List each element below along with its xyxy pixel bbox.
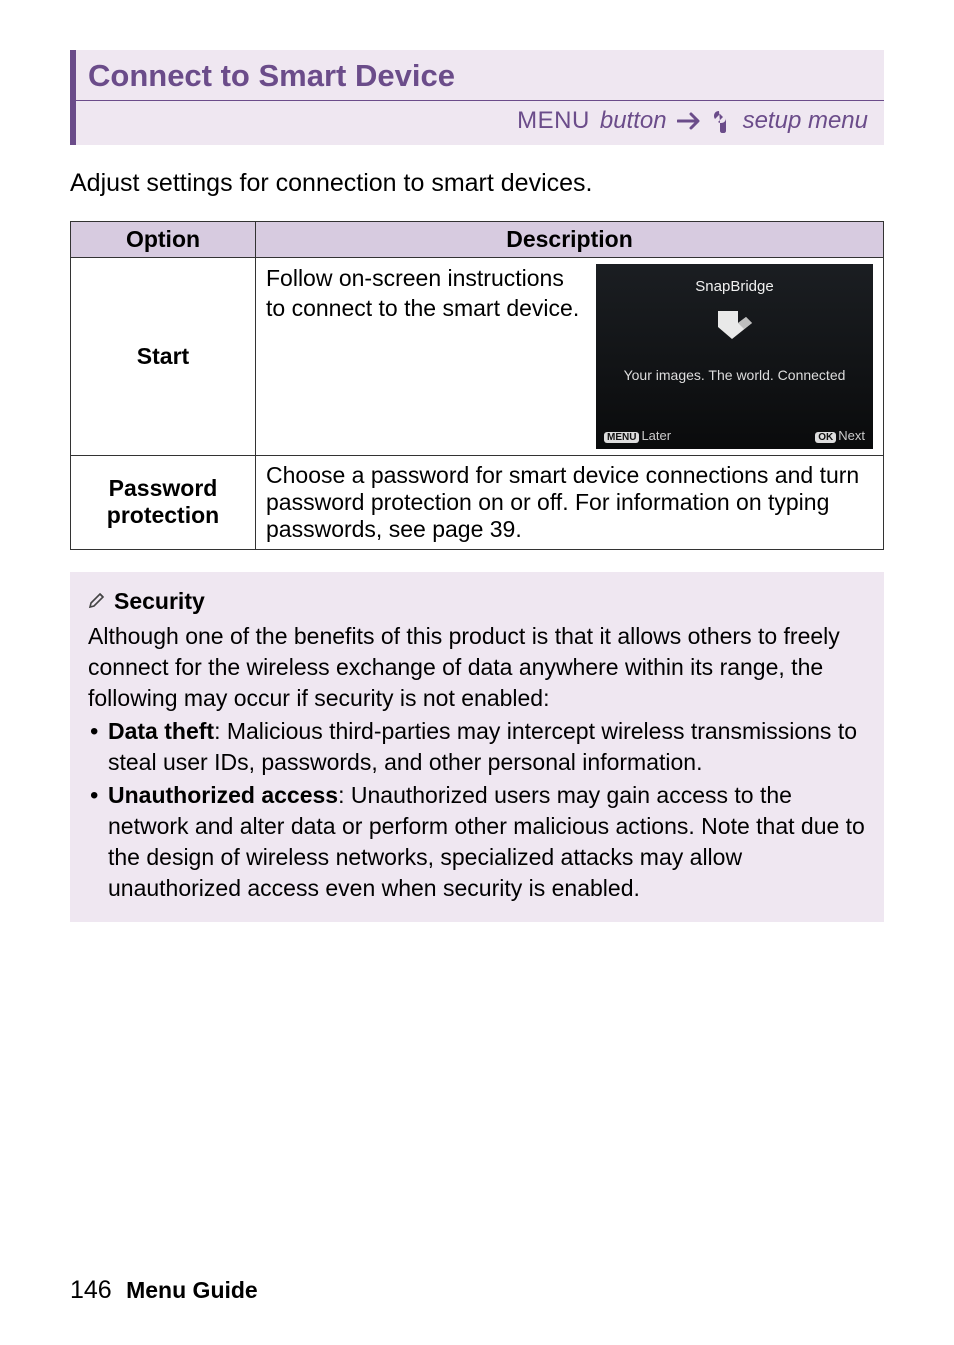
page-number: 146	[70, 1276, 112, 1304]
table-row: Password protection Choose a password fo…	[71, 455, 884, 549]
option-start-desc-cell: Follow on-screen instructions to connect…	[256, 257, 884, 455]
bullet1-text: : Malicious third-parties may intercept …	[108, 718, 857, 775]
options-table: Option Description Start Follow on-scree…	[70, 221, 884, 550]
intro-text: Adjust settings for connection to smart …	[70, 167, 884, 201]
snapbridge-next: OKNext	[815, 428, 865, 443]
option-start-label: Start	[71, 257, 256, 455]
password-label-line2: protection	[107, 502, 219, 528]
doc-title: Menu Guide	[126, 1277, 258, 1303]
section-header: Connect to Smart Device MENU button setu…	[70, 50, 884, 145]
security-heading: Security	[88, 586, 866, 617]
breadcrumb-setup-menu: setup menu	[743, 107, 868, 135]
option-password-label: Password protection	[71, 455, 256, 549]
arrow-right-icon	[677, 112, 703, 130]
list-item: Unauthorized access: Unauthorized users …	[88, 780, 866, 904]
breadcrumb-button-word: button	[600, 107, 667, 135]
table-header-row: Option Description	[71, 221, 884, 257]
later-text: Later	[641, 428, 671, 443]
ok-pill-icon: OK	[815, 432, 836, 443]
bullet1-label: Data theft	[108, 718, 214, 744]
breadcrumb: MENU button setup menu	[76, 101, 884, 145]
menu-pill-icon: MENU	[604, 432, 639, 443]
security-intro: Although one of the benefits of this pro…	[88, 621, 866, 714]
option-password-text: Choose a password for smart device conne…	[256, 455, 884, 549]
menu-button-label: MENU	[517, 107, 590, 135]
option-start-text: Follow on-screen instructions to connect…	[266, 264, 586, 324]
snapbridge-later: MENULater	[604, 428, 671, 443]
security-heading-text: Security	[114, 586, 205, 617]
snapbridge-title: SnapBridge	[596, 264, 873, 295]
list-item: Data theft: Malicious third-parties may …	[88, 716, 866, 778]
page-footer: 146 Menu Guide	[70, 1276, 258, 1305]
wrench-icon	[713, 109, 733, 133]
pencil-icon	[88, 586, 108, 617]
table-row: Start Follow on-screen instructions to c…	[71, 257, 884, 455]
bullet2-label: Unauthorized access	[108, 782, 338, 808]
snapbridge-caption: Your images. The world. Connected	[596, 367, 873, 383]
snapbridge-screenshot: SnapBridge Your images. The world. Conne…	[596, 264, 873, 449]
password-label-line1: Password	[109, 475, 218, 501]
next-text: Next	[838, 428, 865, 443]
snapbridge-logo-icon	[714, 305, 756, 347]
col-option: Option	[71, 221, 256, 257]
section-title: Connect to Smart Device	[76, 50, 884, 101]
col-description: Description	[256, 221, 884, 257]
security-note: Security Although one of the benefits of…	[70, 572, 884, 922]
security-bullets: Data theft: Malicious third-parties may …	[88, 716, 866, 904]
